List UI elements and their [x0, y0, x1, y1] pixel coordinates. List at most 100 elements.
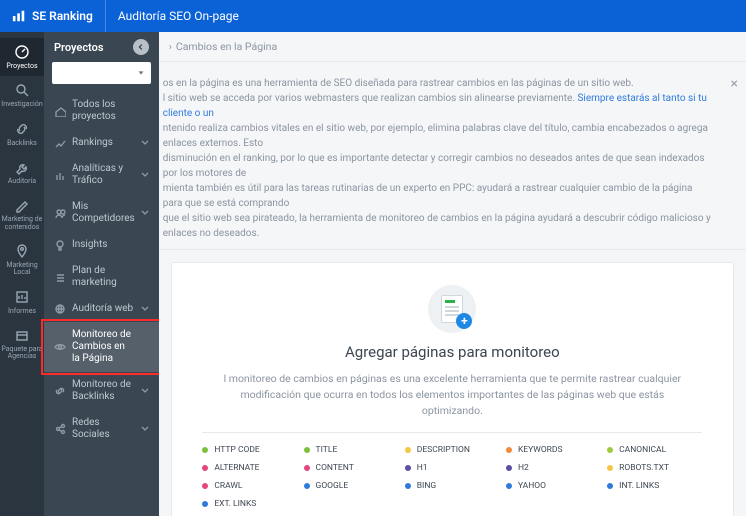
tag-bing: BING: [405, 481, 500, 491]
brand-logo-icon: [12, 9, 26, 23]
sidebar-item-label: Monitoreo de Backlinks: [72, 379, 135, 403]
tag-description: DESCRIPTION: [405, 445, 500, 455]
info-banner: × os en la página es una herramienta de …: [159, 68, 746, 250]
tag-label: H2: [518, 463, 529, 473]
tag-label: ALTERNATE: [214, 463, 259, 473]
chevron-down-icon: [141, 139, 149, 147]
tag-label: EXT. LINKS: [214, 499, 256, 509]
chevron-down-icon: [141, 305, 149, 313]
status-dot-icon: [202, 447, 208, 453]
chevron-down-icon: [141, 425, 149, 433]
sidebar-item-monitoreo-de-backlinks[interactable]: Monitoreo de Backlinks: [44, 372, 159, 410]
home-icon: [54, 105, 66, 117]
tag-label: CONTENT: [316, 463, 354, 473]
trend-icon: [54, 137, 66, 149]
sidebar-item-redes-sociales[interactable]: Redes Sociales: [44, 410, 159, 448]
sidebar-item-label: Analíticas y Tráfico: [72, 163, 135, 187]
link-icon: [14, 121, 30, 137]
status-dot-icon: [607, 483, 613, 489]
document-plus-icon: +: [428, 285, 476, 333]
rail-item-label: Paquete para Agencias: [0, 346, 44, 361]
info-line: os en la página es una herramienta de SE…: [163, 76, 712, 91]
chevron-down-icon: [141, 209, 149, 217]
tag-label: CANONICAL: [619, 445, 666, 455]
rail-item-paquete-para-agencias[interactable]: Paquete para Agencias: [0, 321, 44, 367]
tag-content: CONTENT: [304, 463, 399, 473]
rail-item-label: Informes: [8, 308, 36, 315]
tag-label: KEYWORDS: [518, 445, 563, 455]
tag-yahoo: YAHOO: [506, 481, 601, 491]
sidebar-item-todos-los-proyectos[interactable]: Todos los proyectos: [44, 92, 159, 130]
info-line: ntenido realiza cambios vitales en el si…: [163, 121, 712, 151]
tag-label: CRAWL: [214, 481, 242, 491]
tag-label: TITLE: [316, 445, 338, 455]
rail-item-investigación[interactable]: Investigación: [0, 76, 44, 114]
rail-item-informes[interactable]: Informes: [0, 283, 44, 321]
sidebar-item-label: Redes Sociales: [72, 417, 135, 441]
status-dot-icon: [506, 447, 512, 453]
sidebar-item-label: Plan de marketing: [72, 265, 135, 289]
sidebar-item-label: Todos los proyectos: [72, 99, 135, 123]
rail-item-backlinks[interactable]: Backlinks: [0, 115, 44, 153]
topbar: SE Ranking Auditoría SEO On-page: [0, 0, 746, 32]
panel-title: Proyectos: [54, 41, 104, 54]
sidebar-item-rankings[interactable]: Rankings: [44, 130, 159, 156]
panel-menu: Todos los proyectos Rankings Analíticas y …: [44, 92, 159, 448]
sidebar-item-label: Mis Competidores: [72, 201, 135, 225]
share-icon: [54, 423, 66, 435]
search-icon: [14, 82, 30, 98]
divider: [202, 432, 702, 433]
speed-icon: [14, 44, 30, 60]
card-heading: Agregar páginas para monitoreo: [188, 343, 717, 361]
status-dot-icon: [506, 483, 512, 489]
rail-item-label: Proyectos: [6, 63, 37, 70]
tag-label: HTTP CODE: [214, 445, 259, 455]
close-icon[interactable]: ×: [731, 74, 738, 95]
sidebar-item-plan-de-marketing[interactable]: Plan de marketing: [44, 258, 159, 296]
sidebar-item-label: Monitoreo de Cambios en la Página: [72, 329, 135, 365]
sidebar-item-analíticas-y-tráfico[interactable]: Analíticas y Tráfico: [44, 156, 159, 194]
rail-item-marketing-de-contenidos[interactable]: Marketing de contenidos: [0, 191, 44, 237]
info-line: que el sitio web sea pirateado, la herra…: [163, 211, 712, 241]
tag-http-code: HTTP CODE: [202, 445, 297, 455]
info-line: l sitio web se acceda por varios webmast…: [163, 91, 712, 121]
report-icon: [14, 289, 30, 305]
project-selector[interactable]: [52, 62, 151, 84]
breadcrumb-separator-icon: ›: [169, 40, 172, 53]
empty-state-card: + Agregar páginas para monitoreo l monit…: [171, 262, 734, 516]
status-dot-icon: [405, 465, 411, 471]
sidebar-item-label: Rankings: [72, 137, 135, 149]
globe-icon: [54, 303, 66, 315]
rail-item-label: Marketing Local: [0, 262, 44, 277]
nav-rail: Proyectos InvestigaciónBacklinksAuditoría…: [0, 32, 44, 516]
tag-label: GOOGLE: [316, 481, 349, 491]
tag-label: YAHOO: [518, 481, 546, 491]
users-icon: [54, 207, 66, 219]
breadcrumb-tail: Cambios en la Página: [176, 40, 277, 53]
brand[interactable]: SE Ranking: [0, 9, 105, 23]
panel-collapse-button[interactable]: [133, 39, 149, 55]
main-content: › Cambios en la Página × os en la página…: [159, 32, 746, 516]
chevron-down-icon: [141, 387, 149, 395]
sidebar-item-insights[interactable]: Insights: [44, 232, 159, 258]
sidebar-item-label: Auditoría web: [72, 303, 135, 315]
tag-keywords: KEYWORDS: [506, 445, 601, 455]
rail-item-auditoría[interactable]: Auditoría: [0, 153, 44, 191]
rail-item-marketing-local[interactable]: Marketing Local: [0, 237, 44, 283]
card-description: l monitoreo de cambios en páginas es una…: [222, 371, 682, 418]
tag-title: TITLE: [304, 445, 399, 455]
status-dot-icon: [304, 447, 310, 453]
brand-label: SE Ranking: [32, 9, 93, 23]
rail-item-proyectos[interactable]: Proyectos: [0, 38, 44, 76]
list-icon: [54, 271, 66, 283]
status-dot-icon: [405, 447, 411, 453]
sidebar-item-mis-competidores[interactable]: Mis Competidores: [44, 194, 159, 232]
sidebar-item-monitoreo-de-cambios-en-la-página[interactable]: Monitoreo de Cambios en la Página: [44, 322, 159, 372]
tag-label: H1: [417, 463, 428, 473]
projects-panel: Proyectos Todos los proyectos Rankings Ana…: [44, 32, 159, 516]
tag-google: GOOGLE: [304, 481, 399, 491]
chevron-down-icon: [141, 171, 149, 179]
sidebar-item-auditoría-web[interactable]: Auditoría web: [44, 296, 159, 322]
breadcrumb: › Cambios en la Página: [159, 32, 746, 62]
status-dot-icon: [607, 447, 613, 453]
